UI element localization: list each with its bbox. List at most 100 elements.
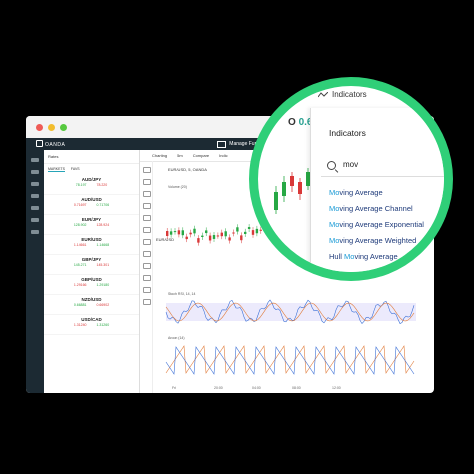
nav-orders-icon[interactable]	[31, 182, 39, 186]
pattern-icon[interactable]	[143, 227, 151, 233]
panel-title: Indicators	[329, 128, 366, 138]
pair-row[interactable]: EUR/JPY 128.902 128.924	[44, 217, 139, 235]
pair-name: AUD/USD	[81, 197, 102, 202]
indicator-search-input[interactable]: mov	[321, 158, 444, 177]
pair-name: USD/CAD	[81, 317, 102, 322]
nav-positions-icon[interactable]	[31, 170, 39, 174]
minimize-window-button[interactable]	[48, 124, 55, 131]
candle-body	[181, 230, 184, 236]
ask-price: 145.301	[96, 263, 110, 267]
time-axis: Fri 20:00 04:00 08:00 12:00	[172, 386, 341, 390]
nav-trade-icon[interactable]	[31, 158, 39, 162]
indicator-result[interactable]: Hull Moving Average	[329, 252, 398, 261]
indicators-panel: Indicators mov Moving Average Moving Aver…	[310, 108, 444, 272]
brush-icon[interactable]	[143, 203, 151, 209]
oanda-logo-icon	[36, 140, 43, 147]
chart-symbol-watermark: EUR/USD	[156, 237, 174, 242]
candle-body	[220, 232, 223, 237]
pair-row[interactable]: EUR/USD 1.14661 1.14668	[44, 237, 139, 255]
ask-price: 128.924	[96, 223, 110, 227]
pair-row[interactable]: GBP/JPY 145.271 145.301	[44, 257, 139, 275]
interval-select[interactable]: 5m	[177, 153, 183, 158]
nav-account-icon[interactable]	[31, 206, 39, 210]
candle-body	[169, 231, 173, 235]
ask-price: 0.71706	[96, 203, 110, 207]
stoch-label: Stoch RSI, 14, 14	[168, 292, 195, 296]
candle-body	[236, 227, 239, 232]
aroon-label: Aroon (14)	[168, 336, 185, 340]
candle-body	[251, 230, 255, 235]
candle-body	[173, 231, 177, 233]
pair-name: EUR/JPY	[81, 217, 102, 222]
ruler-icon[interactable]	[143, 239, 151, 245]
bid-price: 1.31240	[73, 323, 87, 327]
bid-price: 0.71697	[73, 203, 87, 207]
stoch-band	[166, 303, 416, 321]
pair-row[interactable]: AUD/USD 0.71697 0.71706	[44, 197, 139, 215]
candle-body	[205, 230, 208, 234]
time-label: 04:00	[252, 386, 261, 390]
indicator-result[interactable]: Moving Average	[329, 188, 383, 197]
watchlist-panel: Rates MARKETS FAVS AUD/JPY 78.197 78.220 AU…	[44, 150, 140, 393]
compare-button[interactable]: Compare	[193, 153, 209, 158]
aroon-up-line	[165, 345, 415, 374]
candle-body	[232, 232, 235, 234]
time-label: Fri	[172, 386, 176, 390]
pair-name: EUR/USD	[81, 237, 102, 242]
bid-price: 128.902	[73, 223, 87, 227]
candle-body	[201, 235, 204, 237]
nav-history-icon[interactable]	[31, 194, 39, 198]
indicator-result[interactable]: Moving Average Weighted	[329, 236, 416, 245]
candle-body	[212, 235, 216, 239]
text-icon[interactable]	[143, 215, 151, 221]
pair-name: NZD/USD	[81, 297, 102, 302]
trendline-icon[interactable]	[143, 179, 151, 185]
pair-name: GBP/JPY	[81, 257, 102, 262]
pair-row[interactable]: GBP/USD 1.29166 1.29180	[44, 277, 139, 295]
candle-body	[185, 236, 188, 240]
ask-price: 1.29180	[96, 283, 110, 287]
pair-name: AUD/JPY	[81, 177, 102, 182]
ask-price: 1.31260	[96, 323, 110, 327]
time-label: 20:00	[214, 386, 223, 390]
pair-row[interactable]: NZD/USD 0.66881 0.66902	[44, 297, 139, 315]
pair-row[interactable]: AUD/JPY 78.197 78.220	[44, 177, 139, 195]
pair-list: AUD/JPY 78.197 78.220 AUD/USD 0.71697 0.71706…	[44, 177, 139, 335]
trash-icon[interactable]	[143, 299, 151, 305]
nav-settings-icon[interactable]	[31, 230, 39, 234]
indicator-result[interactable]: Moving Average Exponential	[329, 220, 424, 229]
indicator-result[interactable]: Moving Average Channel	[329, 204, 413, 213]
candle-body	[208, 235, 212, 241]
time-label: 08:00	[292, 386, 301, 390]
indicators-toolbar-button[interactable]: Indic	[219, 153, 227, 158]
pair-name: GBP/USD	[81, 277, 102, 282]
crosshair-icon[interactable]	[143, 167, 151, 173]
fib-icon[interactable]	[143, 191, 151, 197]
charting-tab[interactable]: Charting	[152, 153, 167, 158]
candle-body	[224, 231, 227, 237]
watchlist-header: Rates	[44, 150, 139, 164]
nav-news-icon[interactable]	[31, 218, 39, 222]
close-window-button[interactable]	[36, 124, 43, 131]
indicators-header-button[interactable]: Indicators	[318, 90, 367, 99]
candle-body	[247, 227, 251, 229]
zoom-icon[interactable]	[143, 251, 151, 257]
candle-body	[197, 238, 200, 243]
pair-row[interactable]: USD/CAD 1.31240 1.31260	[44, 317, 139, 335]
bid-price: 1.29166	[73, 283, 87, 287]
candle-body	[228, 237, 231, 241]
volume-label: Volume (20)	[168, 185, 187, 189]
tab-markets[interactable]: MARKETS	[48, 167, 65, 172]
tab-favs[interactable]: FAVS	[71, 167, 80, 172]
lock-icon[interactable]	[143, 275, 151, 281]
oscillators	[165, 299, 416, 375]
eye-icon[interactable]	[143, 287, 151, 293]
chart-symbol-label: EUR/USD, 5, OANDA	[168, 167, 207, 172]
brand-logo: OANDA	[36, 140, 65, 148]
magnet-icon[interactable]	[143, 263, 151, 269]
ask-price: 1.14668	[96, 243, 110, 247]
candle-body	[244, 231, 247, 234]
maximize-window-button[interactable]	[60, 124, 67, 131]
bid-price: 0.66881	[73, 303, 87, 307]
candle-body	[193, 228, 196, 234]
